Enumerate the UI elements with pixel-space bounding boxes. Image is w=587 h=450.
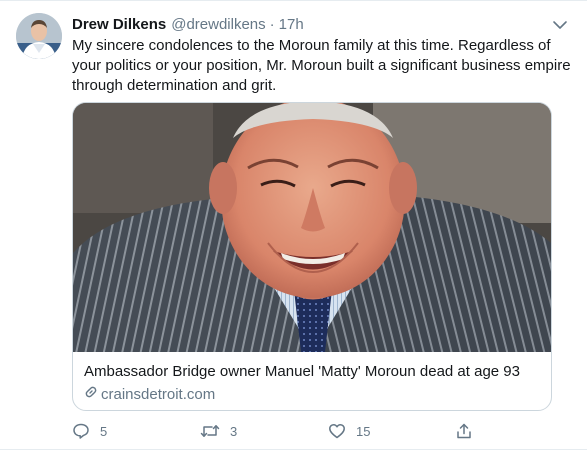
heart-outline-icon [329,423,345,439]
card-domain: crainsdetroit.com [84,385,215,403]
tweet-text: My sincere condolences to the Moroun fam… [72,37,571,94]
retweet-count: 3 [230,423,238,439]
reply-count: 5 [100,423,108,439]
separator-dot: · [269,15,275,33]
card-image [73,103,551,352]
speech-bubble-icon [73,423,89,439]
author-handle[interactable]: @drewdilkens [171,16,265,33]
card-title: Ambassador Bridge owner Manuel 'Matty' M… [84,363,520,380]
like-button[interactable]: 15 [328,422,370,440]
share-upload-icon [457,423,471,439]
author-name[interactable]: Drew Dilkens [72,16,166,33]
tweet[interactable]: Drew Dilkens @drewdilkens · 17h My since… [0,0,587,450]
tweet-header: Drew Dilkens @drewdilkens · 17h [72,13,304,35]
share-button[interactable] [455,422,483,440]
reply-button[interactable]: 5 [72,422,107,440]
retweet-arrows-icon [200,425,220,437]
card-domain-text: crainsdetroit.com [101,385,216,403]
retweet-button[interactable]: 3 [200,422,237,440]
avatar[interactable] [16,13,62,59]
avatar-photo [16,13,62,59]
tweet-timestamp[interactable]: 17h [279,16,304,33]
link-icon [84,385,101,403]
like-count: 15 [356,423,371,439]
link-card[interactable]: Ambassador Bridge owner Manuel 'Matty' M… [72,102,552,411]
chevron-down-icon[interactable] [551,16,569,34]
tweet-actions: 5 3 15 [72,422,482,442]
